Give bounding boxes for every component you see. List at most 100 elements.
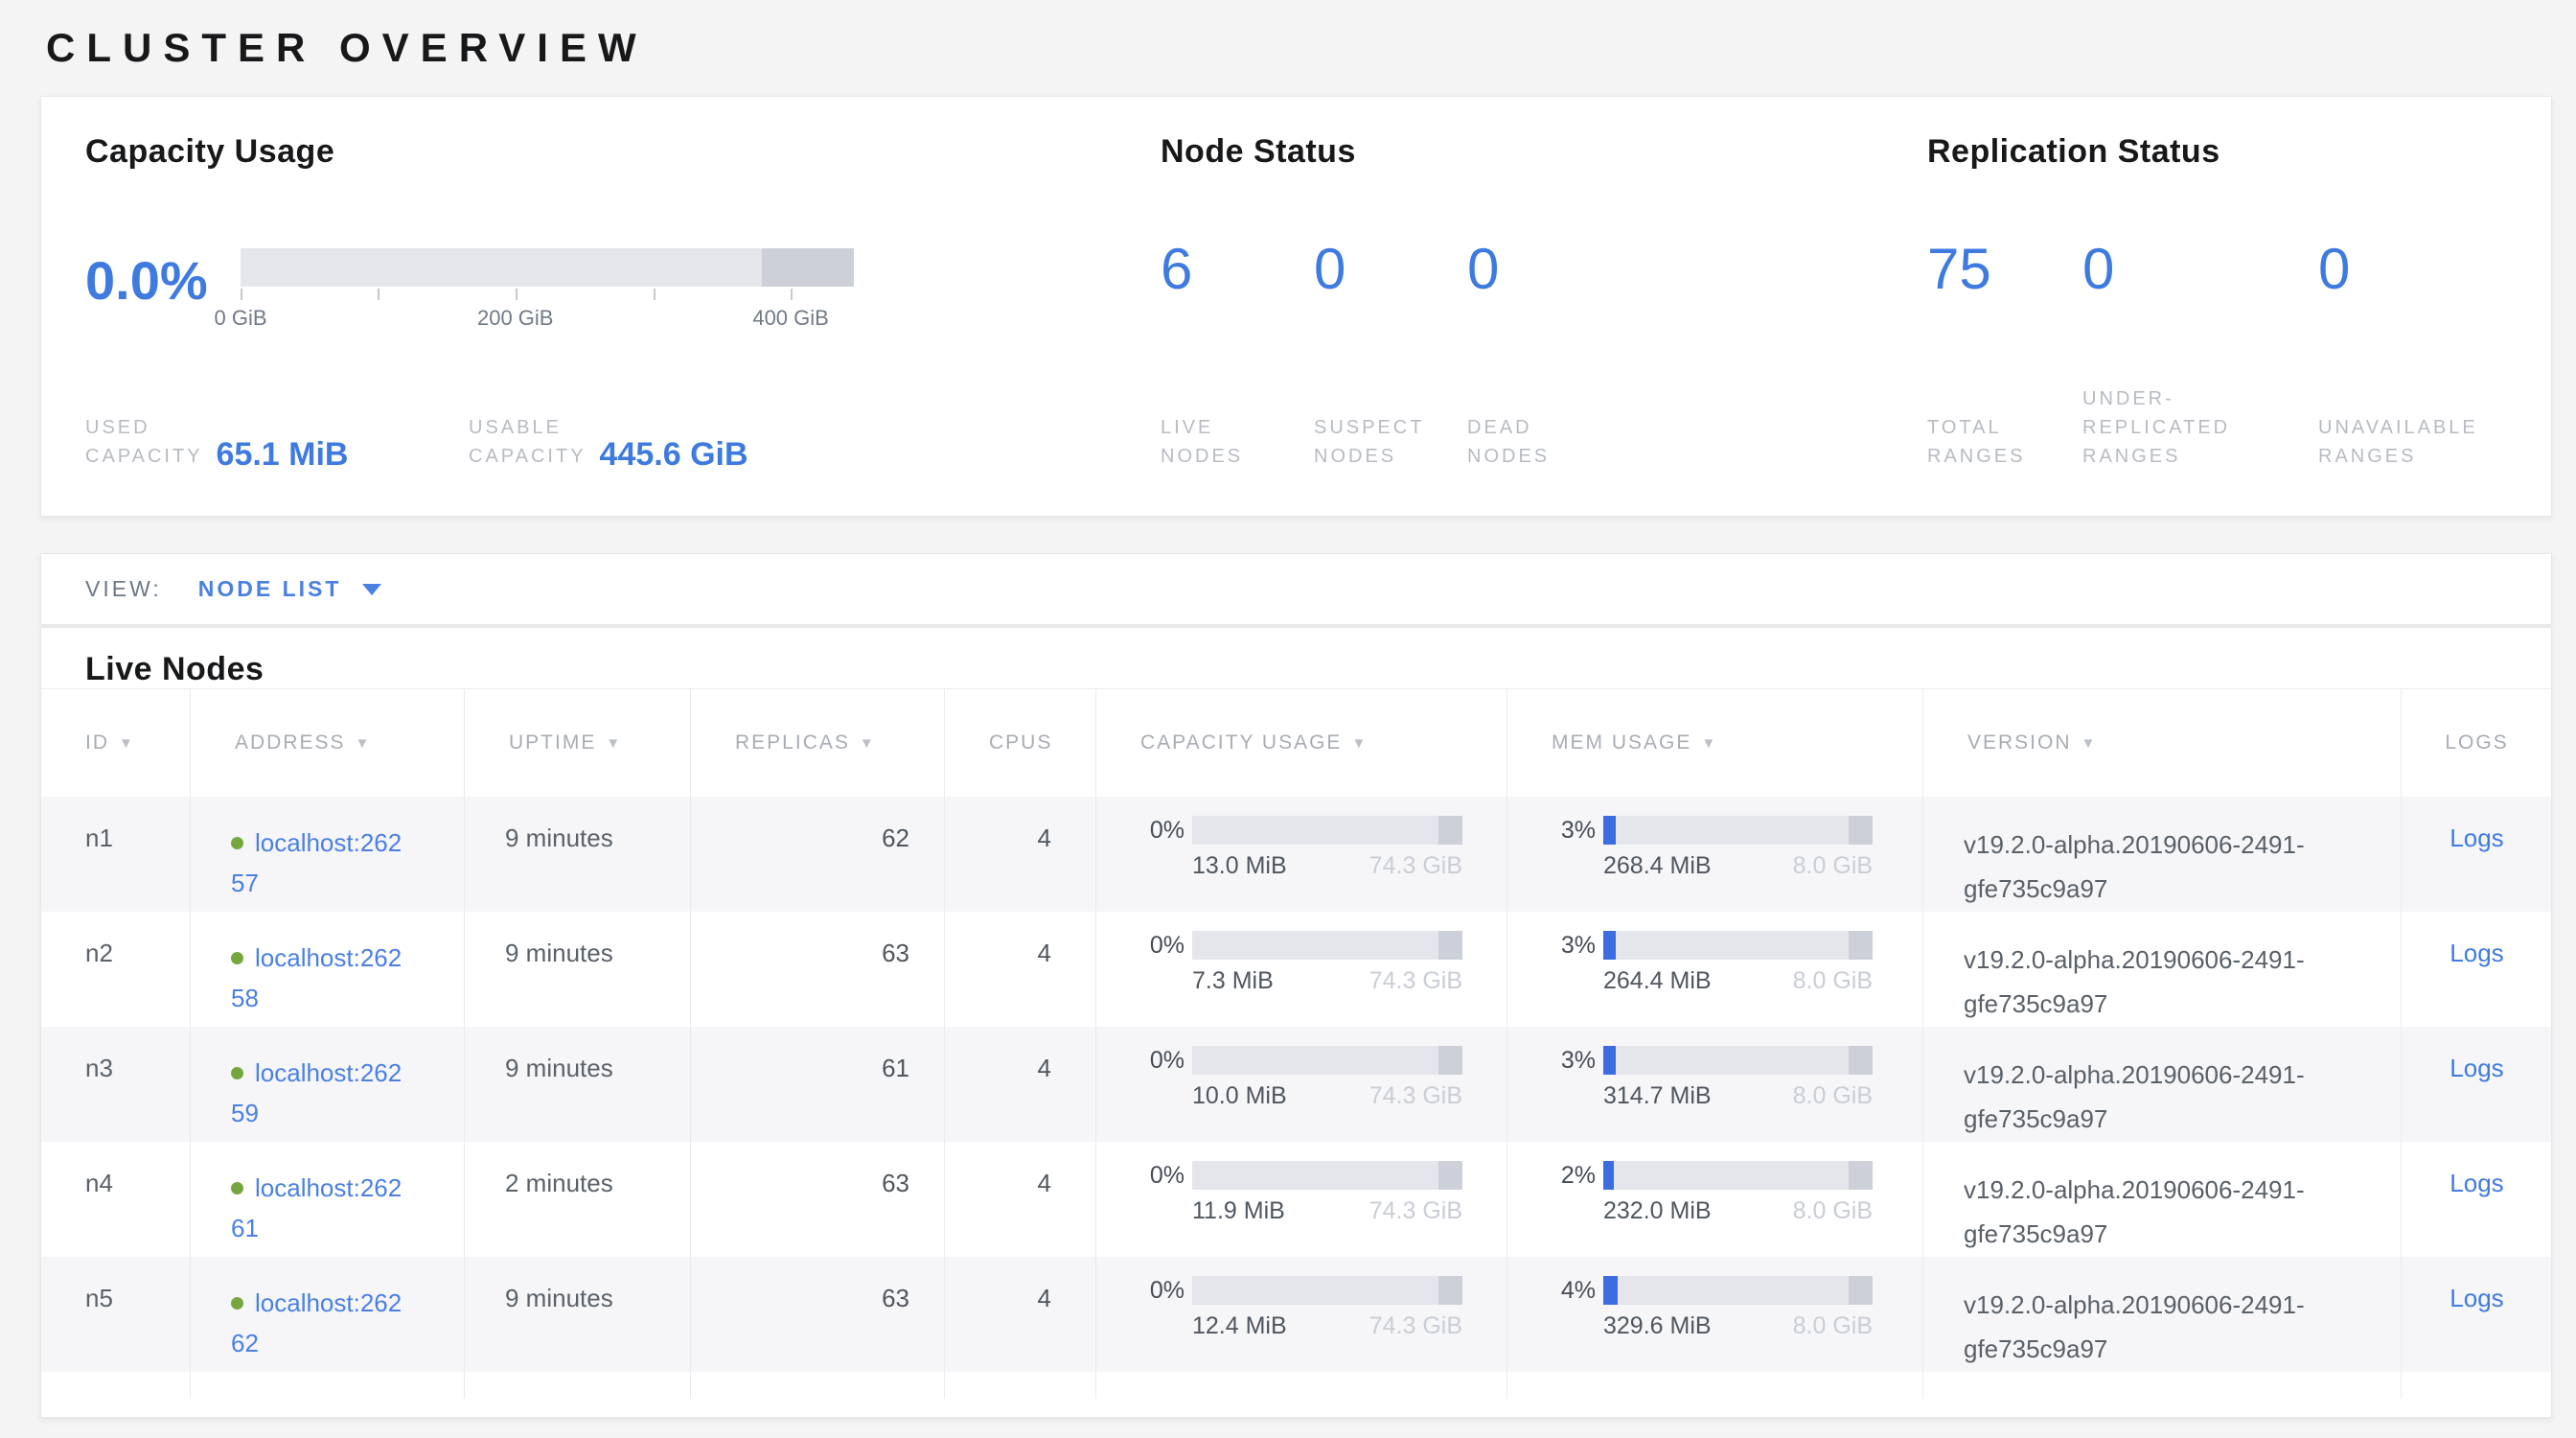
logs-cell: Logs (2402, 797, 2552, 912)
column-header-label: REPLICAS (735, 731, 850, 754)
mem-total-label: 8.0 GiB (1793, 967, 1873, 995)
capacity-percent-label: 0% (1096, 1277, 1192, 1305)
summary-stat-label: LIVE NODES (1161, 413, 1314, 471)
gauge-tick (241, 289, 242, 300)
mem-usage-cell: 3% 314.7 MiB 8.0 GiB (1507, 1027, 1923, 1142)
capacity-bar (1192, 816, 1462, 845)
gauge-tick-label: 0 GiB (214, 306, 266, 331)
mem-bar (1603, 1161, 1873, 1190)
mem-used-label: 314.7 MiB (1603, 1082, 1712, 1110)
cpus-cell: 4 (945, 1027, 1096, 1142)
mem-usage-cell: 3% 268.4 MiB 8.0 GiB (1507, 797, 1923, 912)
view-selector-dropdown[interactable]: NODE LIST (198, 576, 382, 602)
node-address-cell: localhost:26259 (191, 1027, 465, 1142)
table-row: n5 localhost:26262 9 minutes 63 4 0% 12.… (41, 1257, 2551, 1372)
summary-stat-value: 0 (2318, 241, 2558, 298)
sort-caret-icon: ▼ (119, 735, 135, 752)
logs-link[interactable]: Logs (2450, 1169, 2503, 1197)
empty-cell (1507, 1372, 1923, 1399)
capacity-total-label: 74.3 GiB (1369, 852, 1462, 880)
capacity-bar-reserved (1438, 931, 1462, 960)
node-address-cell: localhost:26261 (191, 1142, 465, 1257)
capacity-bar (1192, 1046, 1462, 1075)
node-address-link[interactable]: localhost:26259 (231, 1054, 409, 1133)
mem-total-label: 8.0 GiB (1793, 1082, 1873, 1110)
logs-link[interactable]: Logs (2450, 1284, 2503, 1312)
mem-total-label: 8.0 GiB (1793, 1197, 1873, 1225)
node-address-cell: localhost:26258 (191, 912, 465, 1027)
column-header-capacity-usage[interactable]: CAPACITY USAGE▼ (1096, 689, 1507, 797)
uptime-cell: 9 minutes (465, 1257, 691, 1372)
table-header-row: ID▼ADDRESS▼UPTIME▼REPLICAS▼CPUSCAPACITY … (41, 688, 2551, 797)
replication-status-title: Replication Status (1927, 133, 2220, 171)
node-id-cell: n3 (41, 1027, 191, 1142)
capacity-used-label: 11.9 MiB (1192, 1197, 1285, 1225)
column-header-version[interactable]: VERSION▼ (1923, 689, 2402, 797)
mem-bar-reserved (1849, 1046, 1873, 1075)
node-id-cell: n4 (41, 1142, 191, 1257)
replicas-cell: 63 (691, 1142, 945, 1257)
logs-link[interactable]: Logs (2450, 939, 2503, 967)
column-header-id[interactable]: ID▼ (41, 689, 191, 797)
capacity-total-label: 74.3 GiB (1369, 1197, 1462, 1225)
mem-usage-cell: 3% 264.4 MiB 8.0 GiB (1507, 912, 1923, 1027)
empty-cell (1096, 1372, 1507, 1399)
mem-total-label: 8.0 GiB (1793, 852, 1873, 880)
cpus-cell: 4 (945, 797, 1096, 912)
logs-link[interactable]: Logs (2450, 823, 2503, 852)
node-address-link[interactable]: localhost:26258 (231, 939, 409, 1018)
capacity-bar-reserved (1438, 1046, 1462, 1075)
column-header-mem-usage[interactable]: MEM USAGE▼ (1507, 689, 1923, 797)
column-header-address[interactable]: ADDRESS▼ (191, 689, 465, 797)
mem-bar-reserved (1849, 1276, 1873, 1305)
mem-bar (1603, 931, 1873, 960)
mem-usage-cell: 2% 232.0 MiB 8.0 GiB (1507, 1142, 1923, 1257)
live-status-icon (231, 1182, 243, 1194)
capacity-gauge-tick-labels: 0 GiB200 GiB400 GiB (241, 300, 854, 329)
column-header-label: UPTIME (509, 731, 596, 754)
column-header-label: VERSION (1967, 731, 2072, 754)
capacity-percent-label: 0% (1096, 1047, 1192, 1075)
capacity-total-label: 74.3 GiB (1369, 1312, 1462, 1340)
gauge-tick-label: 200 GiB (477, 306, 554, 331)
gauge-tick (791, 289, 793, 300)
cluster-overview-page: CLUSTER OVERVIEW Capacity Usage 0.0% 0 G… (0, 0, 2576, 1438)
summary-stat: 0DEAD NODES (1467, 241, 1621, 471)
mem-usage-cell: 4% 329.6 MiB 8.0 GiB (1507, 1257, 1923, 1372)
capacity-gauge: 0.0% 0 GiB200 GiB400 GiB (85, 248, 854, 329)
summary-stat: 0UNDER- REPLICATED RANGES (2082, 241, 2318, 471)
node-address-link[interactable]: localhost:26261 (231, 1169, 409, 1248)
page-title: CLUSTER OVERVIEW (46, 25, 2576, 71)
column-header-replicas[interactable]: REPLICAS▼ (691, 689, 945, 797)
empty-cell (1923, 1372, 2402, 1399)
capacity-bar (1192, 1276, 1462, 1305)
replication-status-stats: 75TOTAL RANGES0UNDER- REPLICATED RANGES0… (1927, 241, 2558, 471)
view-selected-value[interactable]: NODE LIST (198, 576, 342, 602)
table-row: n4 localhost:26261 2 minutes 63 4 0% 11.… (41, 1142, 2551, 1257)
capacity-used-label: 13.0 MiB (1192, 852, 1287, 880)
capacity-usage-cell: 0% 7.3 MiB 74.3 GiB (1096, 912, 1507, 1027)
column-header-label: CAPACITY USAGE (1140, 731, 1342, 754)
uptime-cell: 2 minutes (465, 1142, 691, 1257)
logs-cell: Logs (2402, 1257, 2552, 1372)
capacity-details: USED CAPACITY65.1 MiBUSABLE CAPACITY445.… (85, 413, 748, 471)
column-header-uptime[interactable]: UPTIME▼ (465, 689, 691, 797)
logs-link[interactable]: Logs (2450, 1054, 2503, 1082)
node-address-link[interactable]: localhost:26262 (231, 1284, 409, 1363)
capacity-usage-cell: 0% 12.4 MiB 74.3 GiB (1096, 1257, 1507, 1372)
empty-cell (2402, 1372, 2552, 1399)
logs-cell: Logs (2402, 1027, 2552, 1142)
capacity-total-label: 74.3 GiB (1369, 1082, 1462, 1110)
capacity-usage-title: Capacity Usage (85, 133, 334, 171)
capacity-detail-label: USED CAPACITY (85, 413, 203, 471)
view-label: VIEW: (85, 576, 162, 602)
replicas-cell: 63 (691, 912, 945, 1027)
capacity-bar (1192, 931, 1462, 960)
summary-stat: 0UNAVAILABLE RANGES (2318, 241, 2558, 471)
replicas-cell: 62 (691, 797, 945, 912)
capacity-gauge-ticks (241, 287, 854, 300)
summary-stat: 75TOTAL RANGES (1927, 241, 2082, 471)
replicas-cell: 63 (691, 1257, 945, 1372)
node-address-link[interactable]: localhost:26257 (231, 823, 409, 903)
node-id-cell: n1 (41, 797, 191, 912)
